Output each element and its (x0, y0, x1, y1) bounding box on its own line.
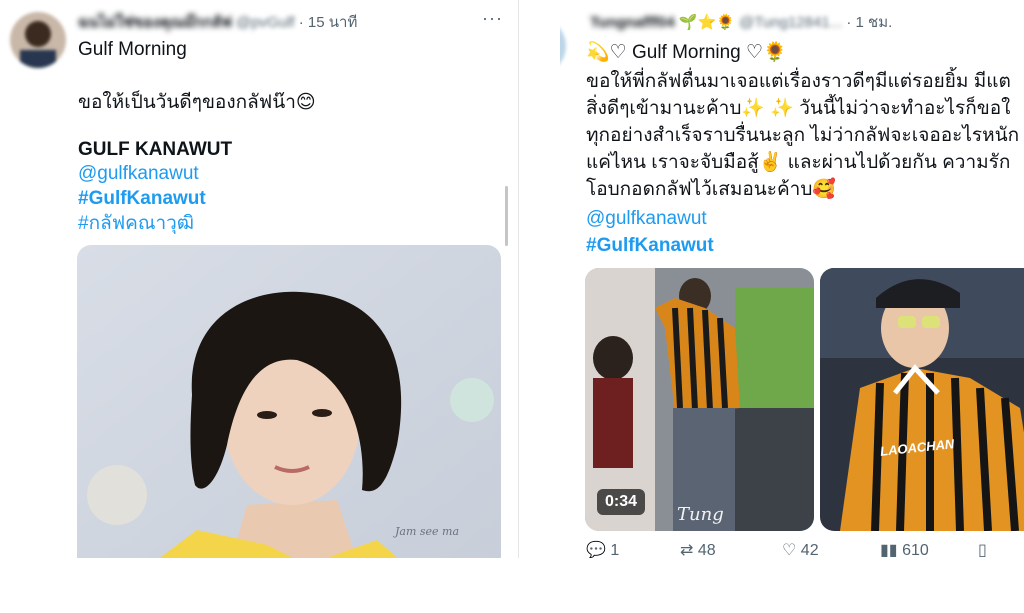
right-body-1: ขอให้พี่กลัฟตื่นมาเจอแต่เรื่องราวดีๆมีแต… (586, 71, 1011, 92)
right-hashtag[interactable]: #GulfKanawut (586, 233, 714, 258)
right-line1: 💫♡ Gulf Morning ♡🌻 (586, 42, 787, 63)
shirt-photo (820, 268, 1024, 531)
like-count: 42 (800, 542, 819, 558)
right-body-5: โอบกอดกลัฟไว้เสมอนะค้าบ🥰 (586, 179, 837, 200)
left-author-name[interactable]: ฉนไม่ใช่ของคุณม๊กกลัฟ (78, 14, 232, 31)
left-line2: ขอให้เป็นวันดีๆของกลัฟน๊า😊 (78, 92, 316, 113)
avatar-image (560, 18, 566, 74)
right-video[interactable]: 0:34 Tung (585, 268, 814, 531)
left-hashtag-2[interactable]: #กลัฟคณาวุฒิ (78, 211, 194, 236)
left-author-handle[interactable]: @pvGulf (236, 14, 295, 31)
video-duration: 0:34 (597, 489, 646, 515)
reply-icon: 💬 (586, 542, 606, 558)
left-more-icon[interactable]: ··· (482, 8, 503, 29)
portrait-photo (77, 245, 501, 558)
right-author-emojis: 🌱⭐🌻 (678, 14, 735, 31)
left-time[interactable]: · 15 นาที (299, 14, 358, 31)
right-body-3: ทุกอย่างสำเร็จราบรื่นนะลูก ไม่ว่ากลัฟจะเ… (586, 125, 1020, 146)
right-body-4: แค่ไหน เราจะจับมือสู้✌️ และผ่านไปด้วยกัน… (586, 152, 1011, 173)
right-avatar[interactable] (560, 18, 566, 74)
bookmark-button[interactable]: ▯ (978, 540, 987, 558)
video-watermark: Tung (677, 504, 724, 525)
retweet-icon: ⇄ (680, 542, 694, 558)
right-author-name[interactable]: Tungnafff04 (590, 14, 675, 31)
right-tweet[interactable]: Tungnafff04 🌱⭐🌻 @Tung12841... · 1 ชม. 💫♡… (560, 0, 1024, 558)
left-photo[interactable]: Jam see ma (77, 245, 501, 558)
left-hashtag-1[interactable]: #GulfKanawut (78, 186, 206, 211)
right-time[interactable]: · 1 ชม. (846, 14, 892, 31)
right-mention[interactable]: @gulfkanawut (586, 206, 707, 231)
avatar-image (10, 12, 66, 68)
left-photo-watermark: Jam see ma (395, 525, 460, 538)
left-avatar[interactable] (10, 12, 66, 68)
left-name: GULF KANAWUT (78, 139, 233, 160)
views-button[interactable]: ▮▮ 610 (880, 540, 929, 558)
retweet-button[interactable]: ⇄ 48 (680, 540, 716, 558)
view-count: 610 (902, 542, 929, 558)
views-icon: ▮▮ (880, 542, 898, 558)
left-mention[interactable]: @gulfkanawut (78, 161, 199, 186)
left-line1: Gulf Morning (78, 39, 187, 60)
heart-icon: ♡ (782, 542, 797, 558)
scrollbar[interactable] (505, 186, 508, 246)
reply-button[interactable]: 💬 1 (586, 540, 619, 558)
bookmark-icon: ▯ (978, 542, 987, 558)
reply-count: 1 (610, 542, 620, 558)
retweet-count: 48 (697, 542, 716, 558)
left-tweet[interactable]: ฉนไม่ใช่ของคุณม๊กกลัฟ @pvGulf · 15 นาที … (0, 0, 519, 558)
right-body-2: สิ่งดีๆเข้ามานะค้าบ✨ ✨ วันนี้ไม่ว่าจะทำอ… (586, 98, 1011, 119)
right-photo[interactable]: LAOACHAN (820, 268, 1024, 531)
like-button[interactable]: ♡ 42 (782, 540, 819, 558)
right-author-handle[interactable]: @Tung12841... (739, 14, 842, 31)
